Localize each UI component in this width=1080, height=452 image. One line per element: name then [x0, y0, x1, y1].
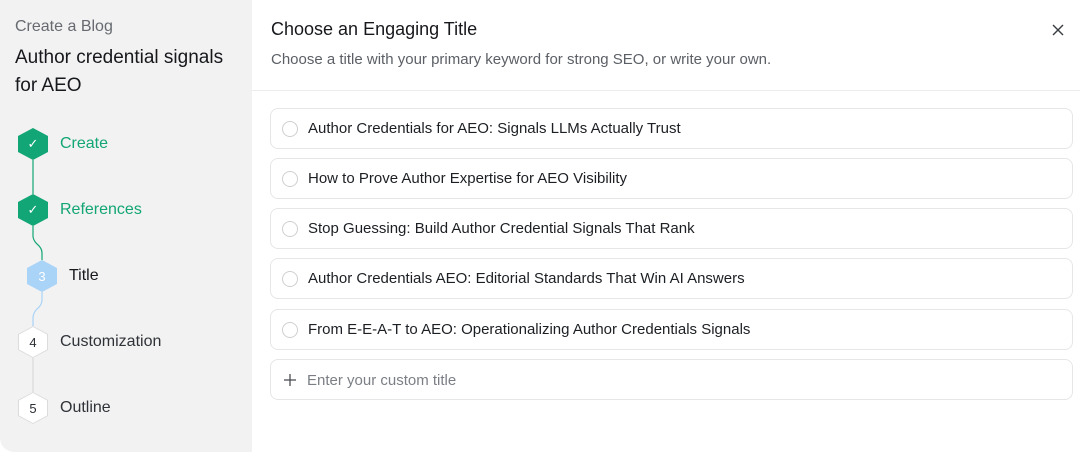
close-button[interactable]: [1049, 21, 1067, 39]
custom-title-row[interactable]: [270, 359, 1073, 400]
title-option-text: Stop Guessing: Build Author Credential S…: [308, 220, 695, 237]
radio-button[interactable]: [282, 171, 298, 187]
step-label-customization: Customization: [60, 333, 162, 350]
step-connector: [32, 160, 43, 392]
radio-button[interactable]: [282, 221, 298, 237]
step-label-title: Title: [69, 267, 99, 284]
stepper: ✓ Create ✓ References 3 Title 4 Customiz…: [0, 0, 252, 452]
title-option[interactable]: Author Credentials for AEO: Signals LLMs…: [270, 108, 1073, 149]
sidebar: Create a Blog Author credential signals …: [0, 0, 252, 452]
radio-button[interactable]: [282, 322, 298, 338]
title-panel: Choose an Engaging Title Choose a title …: [252, 0, 1080, 452]
title-option-text: Author Credentials AEO: Editorial Standa…: [308, 270, 745, 287]
step-label-outline: Outline: [60, 399, 111, 416]
title-option[interactable]: How to Prove Author Expertise for AEO Vi…: [270, 158, 1073, 199]
panel-title: Choose an Engaging Title: [271, 19, 478, 39]
close-icon: [1052, 24, 1064, 36]
title-option-text: How to Prove Author Expertise for AEO Vi…: [308, 170, 628, 187]
plus-icon: [284, 374, 296, 386]
step-label-references: References: [60, 201, 142, 218]
custom-title-input[interactable]: [307, 370, 1047, 390]
title-option[interactable]: Author Credentials AEO: Editorial Standa…: [270, 258, 1073, 299]
radio-button[interactable]: [282, 271, 298, 287]
divider: [252, 90, 1080, 91]
radio-button[interactable]: [282, 121, 298, 137]
panel-subtitle: Choose a title with your primary keyword…: [271, 51, 772, 68]
title-option-text: From E-E-A-T to AEO: Operationalizing Au…: [308, 321, 751, 338]
title-option[interactable]: Stop Guessing: Build Author Credential S…: [270, 208, 1073, 249]
title-option-text: Author Credentials for AEO: Signals LLMs…: [308, 120, 681, 137]
step-label-create: Create: [60, 135, 109, 152]
title-option[interactable]: From E-E-A-T to AEO: Operationalizing Au…: [270, 309, 1073, 350]
